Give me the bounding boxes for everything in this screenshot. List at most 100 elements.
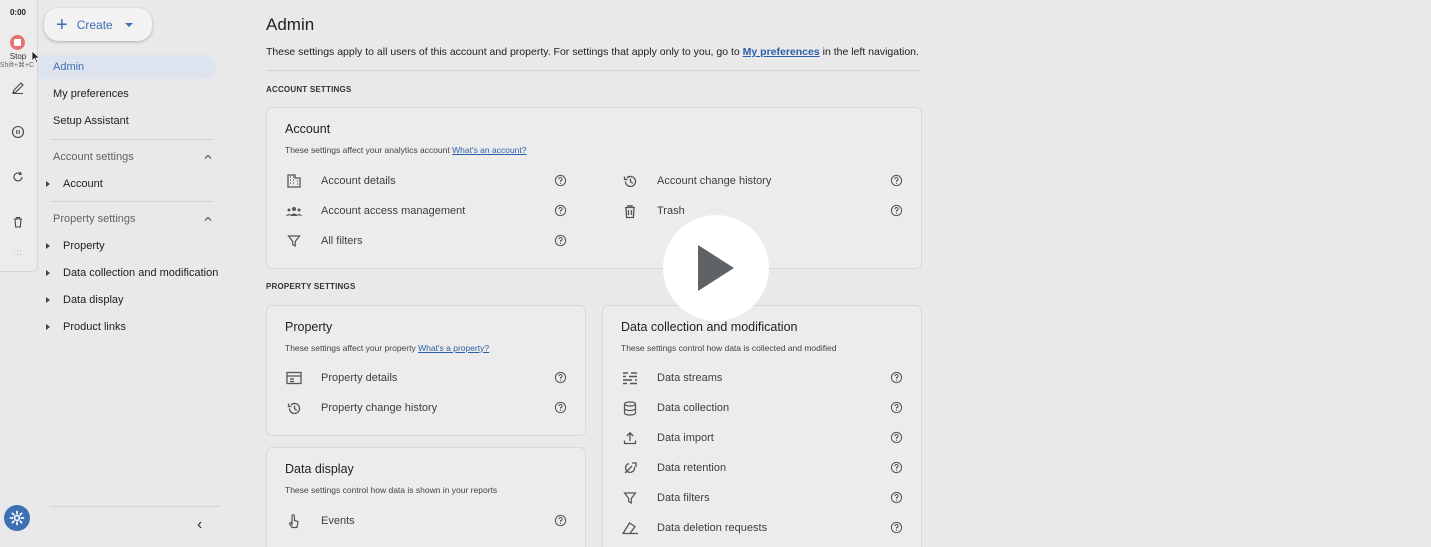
account-settings-section-label: ACCOUNT SETTINGS bbox=[266, 85, 352, 94]
nav-setup-assistant[interactable]: Setup Assistant bbox=[44, 109, 129, 133]
delete-recording-icon[interactable] bbox=[8, 212, 28, 232]
sidebar-divider bbox=[50, 139, 214, 140]
page-description: These settings apply to all users of thi… bbox=[266, 46, 919, 58]
account-settings-header[interactable]: Account settings bbox=[53, 147, 213, 167]
expand-arrow-icon bbox=[46, 324, 50, 330]
tree-item-product-links[interactable]: Product links bbox=[46, 317, 221, 337]
row-data-collection[interactable]: Data collection bbox=[621, 396, 903, 420]
help-icon[interactable] bbox=[890, 491, 903, 504]
plus-icon: + bbox=[56, 13, 68, 36]
row-account-change-history[interactable]: Account change history bbox=[621, 169, 903, 193]
help-icon[interactable] bbox=[890, 401, 903, 414]
row-events[interactable]: Events bbox=[285, 509, 567, 533]
admin-gear-icon[interactable] bbox=[4, 505, 30, 531]
drag-handle[interactable]: ::: bbox=[0, 248, 36, 266]
row-label: Data filters bbox=[657, 492, 710, 504]
people-icon bbox=[285, 202, 303, 220]
data-collection-card: Data collection and modification These s… bbox=[602, 305, 922, 547]
upload-icon bbox=[621, 429, 639, 447]
page-description-text-end: in the left navigation. bbox=[819, 46, 919, 58]
row-trash[interactable]: Trash bbox=[621, 199, 903, 223]
account-settings-label: Account settings bbox=[53, 151, 134, 163]
help-icon[interactable] bbox=[890, 461, 903, 474]
play-icon[interactable] bbox=[663, 215, 769, 321]
row-label: Data import bbox=[657, 432, 714, 444]
caret-down-icon bbox=[124, 22, 133, 27]
nav-admin[interactable]: Admin bbox=[38, 55, 216, 79]
expand-arrow-icon bbox=[46, 181, 50, 187]
row-label: Account access management bbox=[321, 205, 466, 217]
row-data-filters[interactable]: Data filters bbox=[621, 486, 903, 510]
row-account-details[interactable]: Account details bbox=[285, 169, 567, 193]
expand-arrow-icon bbox=[46, 243, 50, 249]
nav-my-preferences[interactable]: My preferences bbox=[44, 82, 129, 106]
help-icon[interactable] bbox=[890, 371, 903, 384]
pause-icon[interactable] bbox=[8, 122, 28, 142]
pencil-icon[interactable] bbox=[8, 78, 28, 98]
card-title: Account bbox=[285, 122, 331, 136]
property-settings-label: Property settings bbox=[53, 213, 136, 225]
building-icon bbox=[285, 172, 303, 190]
expand-arrow-icon bbox=[46, 270, 50, 276]
stop-recording-icon[interactable] bbox=[10, 35, 25, 50]
chevron-up-icon bbox=[204, 216, 212, 221]
restart-icon[interactable] bbox=[8, 167, 28, 187]
tree-item-data-display[interactable]: Data display bbox=[46, 290, 221, 310]
whats-a-property-link[interactable]: What's a property? bbox=[418, 343, 489, 353]
my-preferences-link[interactable]: My preferences bbox=[743, 46, 820, 58]
sidebar-divider bbox=[50, 201, 214, 202]
help-icon[interactable] bbox=[554, 174, 567, 187]
row-label: All filters bbox=[321, 235, 363, 247]
help-icon[interactable] bbox=[554, 204, 567, 217]
row-data-deletion-requests[interactable]: Data deletion requests bbox=[621, 516, 903, 540]
row-label: Account details bbox=[321, 175, 396, 187]
filter-icon bbox=[621, 489, 639, 507]
card-subtitle-text: These settings affect your property bbox=[285, 343, 419, 353]
tree-item-property[interactable]: Property bbox=[46, 236, 221, 256]
admin-main-content: Admin These settings apply to all users … bbox=[230, 0, 1431, 547]
tree-item-account[interactable]: Account bbox=[46, 174, 221, 194]
row-property-change-history[interactable]: Property change history bbox=[285, 396, 567, 420]
help-icon[interactable] bbox=[890, 204, 903, 217]
row-all-filters[interactable]: All filters bbox=[285, 229, 567, 253]
card-title: Data collection and modification bbox=[621, 320, 798, 334]
help-icon[interactable] bbox=[890, 521, 903, 534]
row-data-retention[interactable]: Data retention bbox=[621, 456, 903, 480]
tree-item-label: Data display bbox=[63, 294, 124, 306]
page-description-text: These settings apply to all users of thi… bbox=[266, 46, 743, 58]
eraser-icon bbox=[621, 519, 639, 537]
help-icon[interactable] bbox=[554, 514, 567, 527]
card-subtitle-text: These settings affect your analytics acc… bbox=[285, 145, 453, 155]
sidebar-divider bbox=[50, 506, 220, 507]
tree-item-data-collection[interactable]: Data collection and modification bbox=[46, 263, 221, 283]
row-label: Data collection bbox=[657, 402, 730, 414]
row-property-details[interactable]: Property details bbox=[285, 366, 567, 390]
data-display-card: Data display These settings control how … bbox=[266, 447, 586, 547]
help-icon[interactable] bbox=[554, 371, 567, 384]
card-subtitle: These settings control how data is shown… bbox=[285, 485, 498, 495]
left-navigation: + Create Admin My preferences Setup Assi… bbox=[38, 0, 230, 547]
property-settings-header[interactable]: Property settings bbox=[53, 209, 213, 229]
row-label: Account change history bbox=[657, 175, 772, 187]
row-label: Property change history bbox=[321, 402, 438, 414]
account-card: Account These settings affect your analy… bbox=[266, 107, 922, 269]
collapse-sidebar-icon[interactable]: ‹ bbox=[197, 516, 202, 534]
help-icon[interactable] bbox=[554, 401, 567, 414]
expand-arrow-icon bbox=[46, 297, 50, 303]
filter-icon bbox=[285, 232, 303, 250]
create-button-label: Create bbox=[76, 17, 113, 32]
chevron-up-icon bbox=[204, 154, 212, 159]
row-label: Data retention bbox=[657, 462, 727, 474]
help-icon[interactable] bbox=[890, 174, 903, 187]
tree-item-label: Data collection and modification bbox=[63, 267, 219, 279]
row-data-streams[interactable]: Data streams bbox=[621, 366, 903, 390]
help-icon[interactable] bbox=[554, 234, 567, 247]
tree-item-label: Product links bbox=[63, 321, 126, 333]
create-button[interactable]: + Create bbox=[44, 8, 152, 41]
property-card: Property These settings affect your prop… bbox=[266, 305, 586, 436]
help-icon[interactable] bbox=[890, 431, 903, 444]
retention-icon bbox=[621, 459, 639, 477]
whats-an-account-link[interactable]: What's an account? bbox=[452, 145, 526, 155]
row-account-access-management[interactable]: Account access management bbox=[285, 199, 567, 223]
row-data-import[interactable]: Data import bbox=[621, 426, 903, 450]
